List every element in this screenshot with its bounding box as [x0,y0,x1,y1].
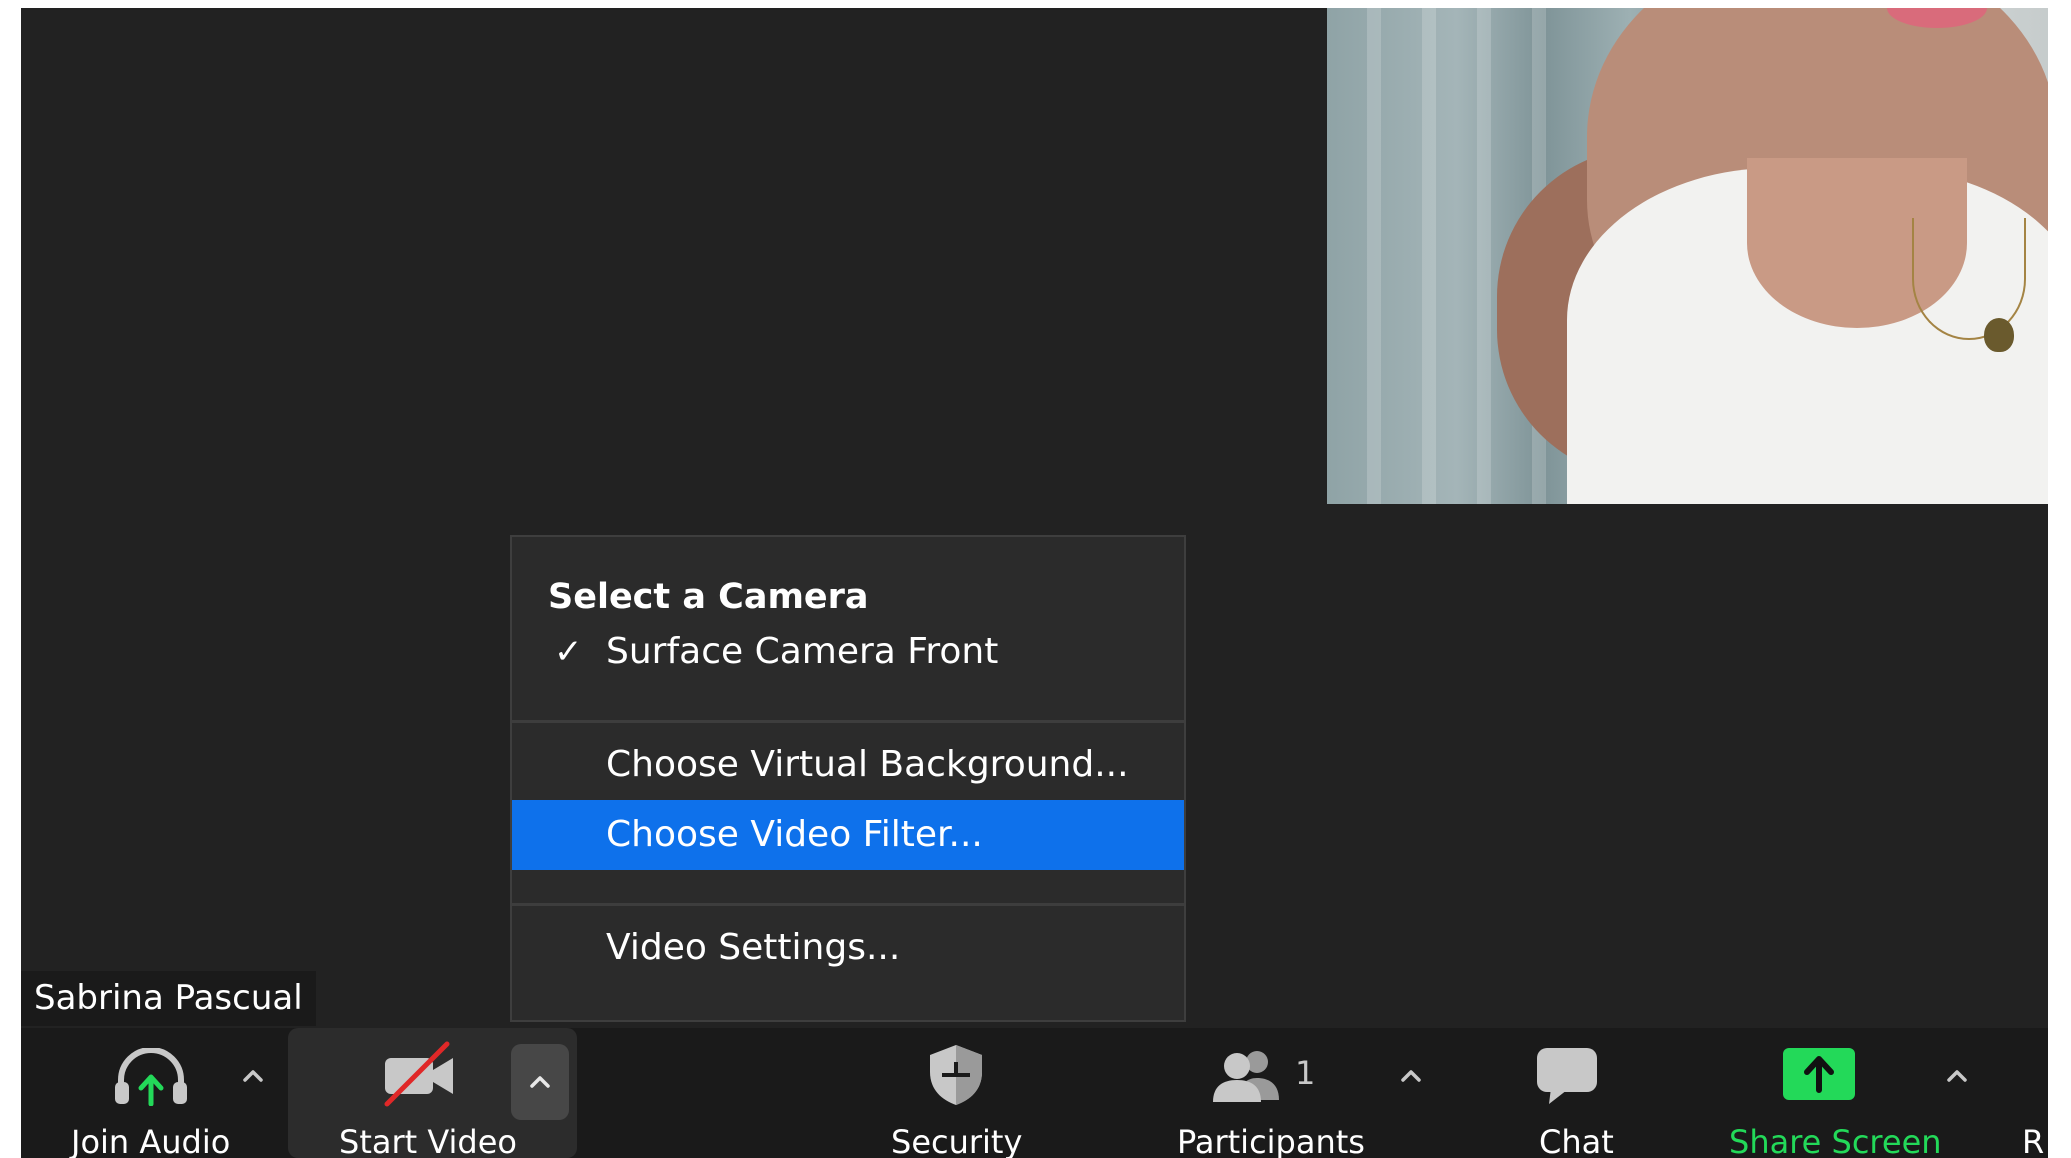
share-screen-label: Share Screen [1729,1123,1942,1158]
more-button-label[interactable]: R [2022,1123,2044,1158]
menu-item-label: Video Settings... [606,927,901,968]
share-screen-button[interactable]: Share Screen [1711,1028,1942,1158]
meeting-window: Select a Camera ✓ Surface Camera Front C… [21,8,2048,1158]
menu-item-video-settings[interactable]: Video Settings... [512,913,1184,983]
start-video-label: Start Video [339,1123,517,1158]
chat-bubble-icon [1537,1048,1597,1104]
menu-divider [512,903,1184,906]
join-audio-label: Join Audio [71,1123,231,1158]
participant-count: 1 [1295,1054,1316,1092]
checkmark-icon: ✓ [554,632,583,672]
participants-icon [1213,1051,1279,1102]
participants-options-caret-icon[interactable] [1393,1058,1429,1094]
menu-item-camera-option[interactable]: ✓ Surface Camera Front [512,617,1184,687]
participants-button[interactable]: 1 Participants [1151,1028,1371,1158]
share-options-caret-icon[interactable] [1939,1058,1975,1094]
self-video-preview [1327,8,2048,504]
camera-menu: Select a Camera ✓ Surface Camera Front C… [510,535,1186,1022]
chevron-up-icon [530,1076,550,1088]
video-options-caret-button[interactable] [511,1044,569,1120]
menu-item-virtual-background[interactable]: Choose Virtual Background... [512,730,1184,800]
menu-item-label: Surface Camera Front [606,631,999,672]
security-button[interactable]: Security [861,1028,1051,1158]
menu-item-video-filter[interactable]: Choose Video Filter... [512,800,1184,870]
menu-heading: Select a Camera [548,577,869,617]
meeting-toolbar: Join Audio Start Video Security 1 Partic… [21,1028,2048,1158]
join-audio-button[interactable]: Join Audio [61,1028,230,1158]
shield-icon [930,1045,982,1105]
chat-button[interactable]: Chat [1501,1028,1631,1158]
menu-divider [512,720,1184,723]
menu-item-label: Choose Video Filter... [606,814,983,855]
participants-label: Participants [1177,1123,1365,1158]
headphones-arrow-icon [115,1048,187,1106]
audio-options-caret-icon[interactable] [235,1058,271,1094]
camera-off-icon [384,1041,453,1107]
security-label: Security [891,1123,1023,1158]
chat-label: Chat [1539,1123,1614,1158]
share-arrow-icon [1783,1048,1855,1100]
menu-item-label: Choose Virtual Background... [606,744,1129,785]
participant-name-tag: Sabrina Pascual [21,971,316,1026]
